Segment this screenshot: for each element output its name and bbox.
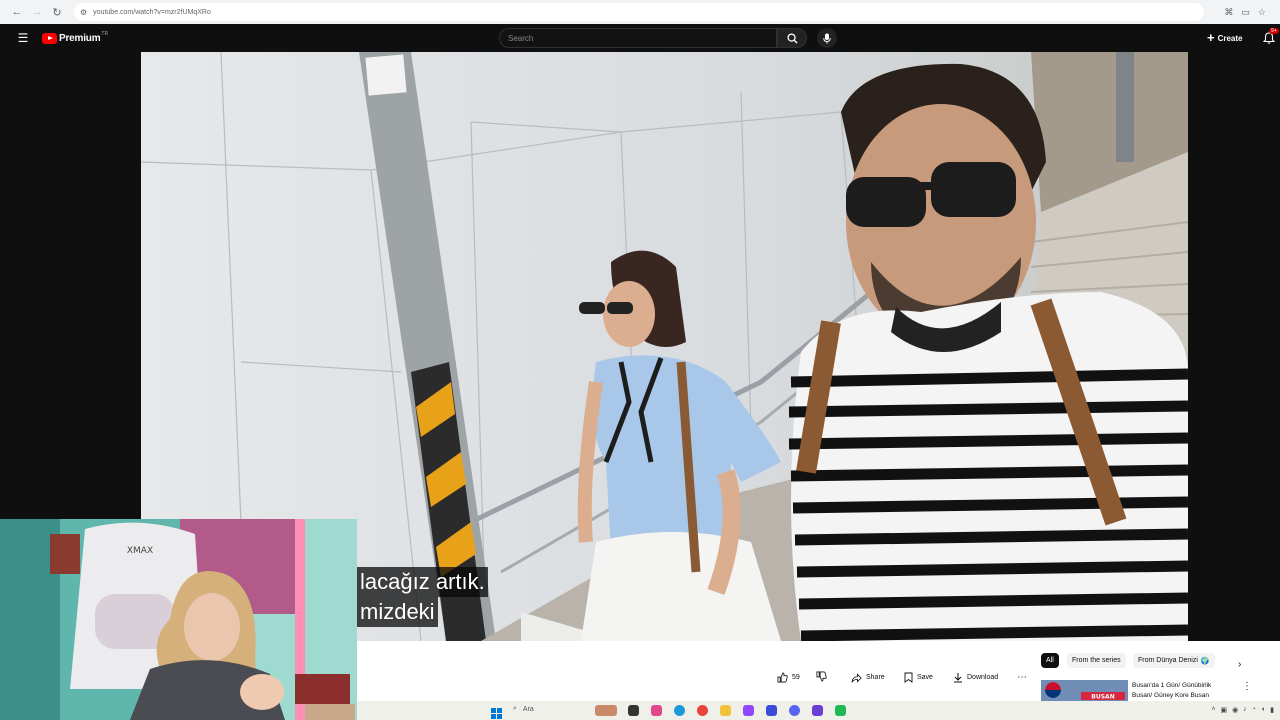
thumbs-down-icon [816, 671, 827, 682]
notifications-button[interactable]: 9+ [1262, 28, 1279, 45]
windows-start-icon[interactable] [491, 706, 502, 720]
chip-from-series[interactable]: From the series [1067, 653, 1126, 668]
battery-icon[interactable]: ▮ [1270, 706, 1274, 714]
app-icon-4[interactable] [835, 705, 846, 716]
youtube-header: ☰ Premium TR Search + Create 9+ [0, 24, 1280, 52]
globe-icon: 🌍 [1200, 657, 1210, 665]
region-label: TR [101, 31, 109, 37]
share-button[interactable]: Share [851, 669, 885, 686]
microphone-tray-icon[interactable]: ♪ [1243, 706, 1247, 714]
kebab-menu-icon[interactable]: ⋮ [1242, 681, 1252, 692]
windows-taskbar: ⌕ Ara ˄ ▣ ◉ ♪ ◔ ◖ ▮ [357, 701, 1280, 720]
chip-channel-label: From Dünya Denizi [1138, 657, 1198, 664]
save-button[interactable]: Save [904, 669, 933, 686]
address-bar[interactable]: ⚙ youtube.com/watch?v=mzr2fUMqXRo [74, 3, 1204, 21]
widgets-icon[interactable] [595, 705, 617, 716]
microphone-icon [823, 33, 831, 43]
bookmark-star-icon[interactable]: ☆ [1258, 7, 1266, 18]
site-info-icon[interactable]: ⚙ [80, 8, 87, 17]
download-icon [954, 673, 962, 683]
browser-toolbar: ← → ↻ ⚙ youtube.com/watch?v=mzr2fUMqXRo … [0, 0, 1280, 24]
youtube-premium-logo[interactable]: Premium TR [42, 31, 109, 44]
cast-icon[interactable]: ▭ [1241, 7, 1250, 18]
create-label: Create [1217, 33, 1243, 43]
file-explorer-icon[interactable] [720, 705, 731, 716]
chip-all[interactable]: All [1041, 653, 1059, 668]
search-placeholder: Search [508, 33, 534, 43]
search-button[interactable] [777, 28, 807, 48]
chip-from-channel[interactable]: From Dünya Denizi 🌍 [1133, 653, 1215, 668]
webcam-image: XMAX [0, 519, 357, 720]
caption-box: lacağız artık. mizdeki [357, 567, 488, 627]
search-icon [786, 32, 798, 44]
create-button[interactable]: + Create [1207, 31, 1243, 45]
taskbar-search[interactable]: ⌕ Ara [513, 705, 534, 713]
url-text: youtube.com/watch?v=mzr2fUMqXRo [93, 8, 211, 16]
like-dislike-group: 59 [777, 669, 827, 686]
tray-app-icon[interactable]: ▣ [1220, 706, 1227, 714]
reload-icon[interactable]: ↻ [48, 3, 66, 21]
svg-text:XMAX: XMAX [127, 546, 153, 556]
plus-icon: + [1207, 30, 1215, 45]
discord-icon[interactable] [789, 705, 800, 716]
youtube-play-icon [42, 32, 57, 44]
volume-icon[interactable]: ◖ [1261, 706, 1265, 714]
caption-line-1: lacağız artık. [357, 567, 488, 597]
thumbnail-image: BUSAN [1041, 680, 1128, 702]
notification-badge: 9+ [1269, 28, 1279, 34]
download-button[interactable]: Download [953, 669, 998, 686]
chrome-icon[interactable] [697, 705, 708, 716]
like-count: 59 [792, 674, 800, 681]
back-arrow-icon[interactable]: ← [8, 3, 26, 21]
more-actions-icon[interactable]: ⋯ [1017, 669, 1027, 686]
translate-icon[interactable]: ⌘ [1224, 7, 1233, 18]
edge-icon[interactable] [674, 705, 685, 716]
hamburger-menu-icon[interactable]: ☰ [16, 31, 30, 45]
search-input[interactable]: Search [499, 28, 777, 48]
share-label: Share [866, 674, 885, 681]
task-view-icon[interactable] [628, 705, 639, 716]
save-label: Save [917, 674, 933, 681]
screen: ← → ↻ ⚙ youtube.com/watch?v=mzr2fUMqXRo … [0, 0, 1280, 720]
magnifier-icon: ⌕ [513, 705, 517, 712]
system-tray: ˄ ▣ ◉ ♪ ◔ ◖ ▮ [1211, 706, 1274, 714]
forward-arrow-icon[interactable]: → [28, 3, 46, 21]
twitch-icon[interactable] [743, 705, 754, 716]
recommended-video-title[interactable]: Busan'da 1 Gün/ Günübirlik Busan/ Güney … [1132, 681, 1232, 701]
wifi-icon[interactable]: ◔ [1252, 706, 1256, 714]
tray-app-icon-2[interactable]: ◉ [1232, 706, 1238, 714]
app-icon-3[interactable] [812, 705, 823, 716]
bookmark-icon [904, 672, 913, 683]
like-button[interactable]: 59 [777, 672, 800, 683]
brand-label: Premium [59, 32, 101, 44]
thumbs-up-icon [777, 672, 788, 683]
app-icon-1[interactable] [651, 705, 662, 716]
recommended-video-thumbnail[interactable]: BUSAN [1041, 680, 1128, 702]
voice-search-button[interactable] [817, 28, 837, 48]
dislike-button[interactable] [816, 671, 827, 684]
taskbar-search-label: Ara [522, 705, 534, 713]
download-label: Download [967, 674, 999, 681]
caption-line-2: mizdeki [357, 597, 438, 627]
share-arrow-icon [851, 672, 862, 683]
thumbnail-caption: BUSAN [1091, 694, 1114, 701]
app-icon-2[interactable] [766, 705, 777, 716]
tray-chevron-icon[interactable]: ˄ [1211, 706, 1215, 714]
streamer-webcam: XMAX [0, 519, 357, 720]
chevron-right-icon[interactable]: › [1233, 657, 1246, 672]
